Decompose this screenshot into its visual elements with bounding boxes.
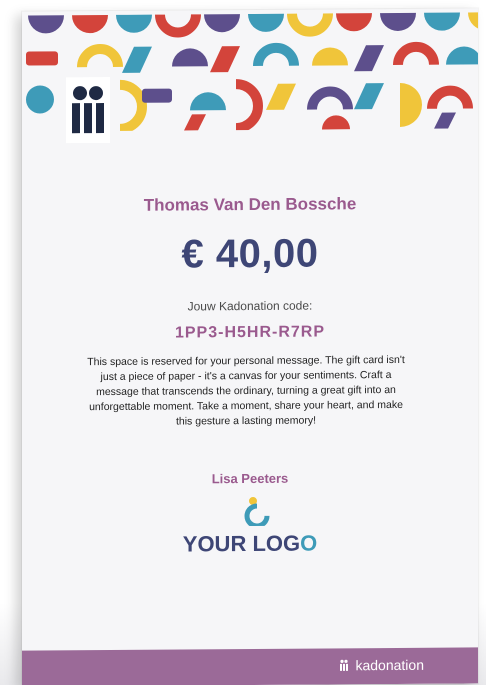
your-logo-mark-icon [244, 496, 270, 527]
footer-brand-name: kadonation [355, 656, 424, 674]
recipient-name: Thomas Van Den Bossche [143, 194, 357, 215]
kadonation-gift-icon [66, 76, 110, 144]
footer-band: kadonation [22, 647, 478, 685]
your-logo-text-start: YOUR LOG [182, 530, 301, 557]
sender-name: Lisa Peeters [211, 470, 289, 487]
your-logo-text-end: O [300, 530, 318, 556]
gift-card: Thomas Van Den Bossche € 40,00 Jouw Kado… [22, 8, 478, 685]
personal-message: This space is reserved for your personal… [87, 353, 405, 428]
footer-brand: kadonation [339, 657, 424, 674]
gift-amount: € 40,00 [181, 231, 319, 277]
gift-card-mockup: Thomas Van Den Bossche € 40,00 Jouw Kado… [0, 0, 486, 685]
kadonation-mini-icon [340, 659, 349, 671]
your-logo-text: YOUR LOGO [22, 529, 478, 558]
gift-code: 1PP3-H5HR-R7RP [174, 323, 326, 342]
code-label: Jouw Kadonation code: [187, 298, 313, 314]
